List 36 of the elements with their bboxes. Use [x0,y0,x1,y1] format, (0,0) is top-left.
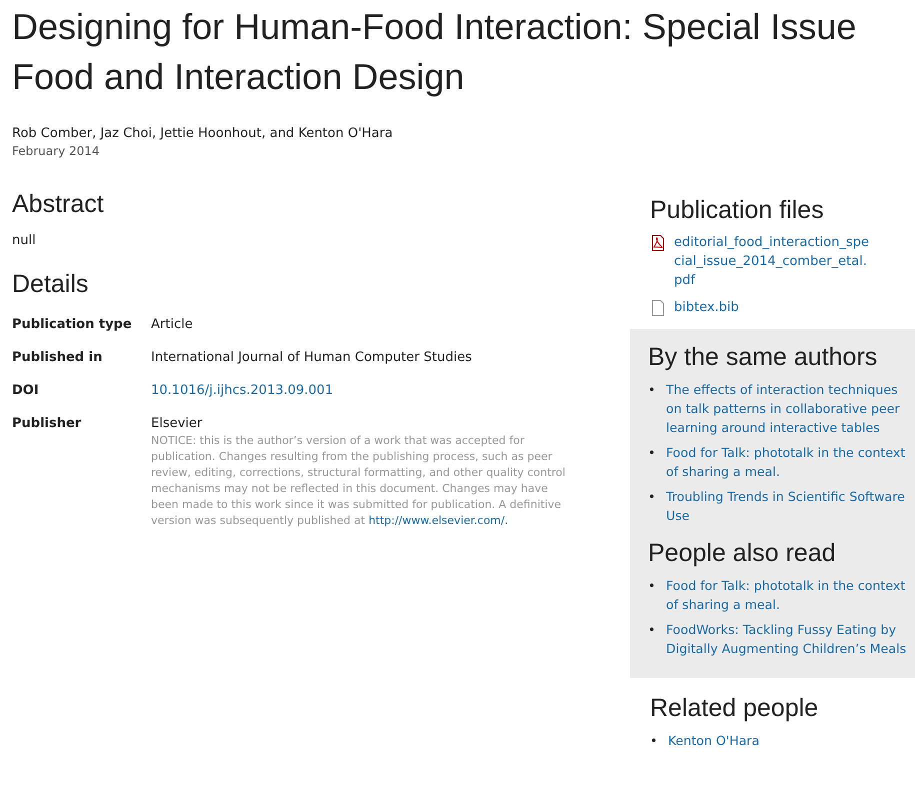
bullet: • [648,577,656,595]
detail-value: Elsevier [151,416,202,431]
person-link[interactable]: Kenton O'Hara [668,731,760,750]
publisher-link[interactable]: http://www.elsevier.com/. [368,514,508,527]
section-heading: Related people [650,694,820,723]
publication-link[interactable]: Food for Talk: phototalk in the context of sharing a meal. [666,443,913,481]
detail-label: Publication type [12,317,133,332]
authors: Rob Comber, Jaz Choi, Jettie Hoonhout, and Kenton O'Hara [11,125,394,141]
bullet: • [648,488,656,506]
notice-text: NOTICE: this is the author’s version of a work that was accepted for publication. Changes resulting from the publishing process, such as peer review, editing, corrections, structural formatting, and other quality control mechanisms may not be reflected in this document. Changes may have been made to this work since it was submitted for publication. A definitive version was subsequently published at http://www.elsevier.com/. [151,433,566,529]
section-heading: By the same authors [648,343,878,372]
publication-date: February 2014 [11,143,101,158]
publication-link[interactable]: Troubling Trends in Scientific Software Use [666,487,913,525]
section-heading: Abstract [12,190,105,219]
file-icon [650,300,666,316]
doi-link[interactable]: 10.1016/j.ijhcs.2013.09.001 [151,383,334,398]
detail-label: Publisher [12,416,82,433]
bullet: • [648,444,656,462]
section-heading: Publication files [650,196,825,225]
detail-label: Published in [12,350,104,365]
abstract-text: null [12,233,37,248]
detail-label: DOI [12,383,40,398]
publication-link[interactable]: Food for Talk: phototalk in the context of sharing a meal. [666,576,913,614]
page-title: Designing for Human-Food Interaction: Special Issue Food and Interaction Design [11,5,858,99]
detail-value: Article [151,317,193,332]
publication-link[interactable]: The effects of interaction techniques on talk patterns in collaborative peer learning around interactive tables [666,380,913,437]
section-heading: Details [12,270,90,299]
pdf-file-icon [650,235,666,251]
file-link[interactable]: bibtex.bib [674,298,874,317]
bullet: • [648,381,656,399]
file-link[interactable]: editorial_food_interaction_special_issue_2014_comber_etal.pdf [674,233,874,290]
section-heading: People also read [648,539,837,568]
publication-link[interactable]: FoodWorks: Tackling Fussy Eating by Digitally Augmenting Children’s Meals [666,620,913,658]
detail-value: International Journal of Human Computer Studies [151,350,472,365]
bullet: • [648,621,656,639]
bullet: • [650,732,658,750]
